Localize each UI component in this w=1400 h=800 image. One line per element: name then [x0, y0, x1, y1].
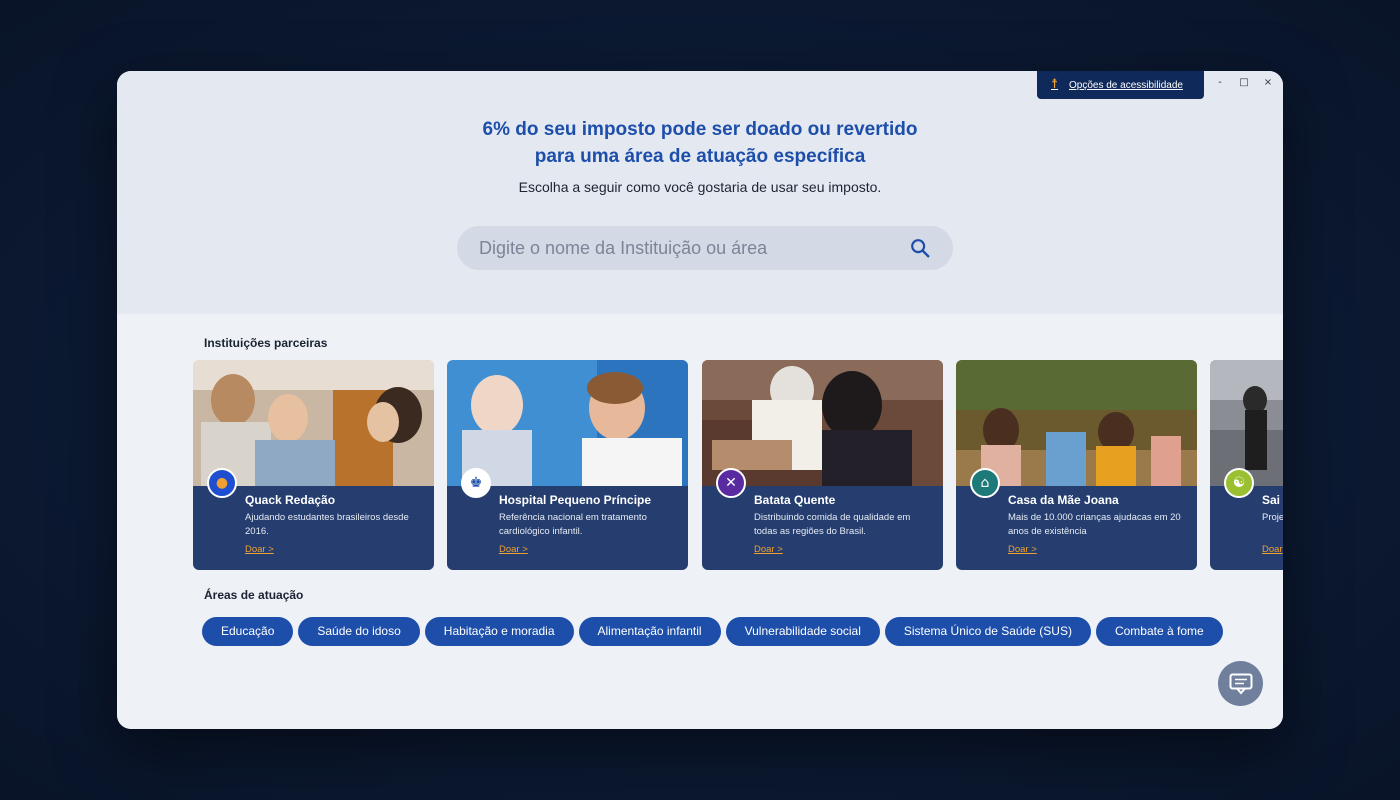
partner-card-hospital-pequeno-principe[interactable]: ♚ Hospital Pequeno Príncipe Referência n… [447, 360, 688, 570]
card-description: Mais de 10.000 crianças ajudacas em 20 a… [1008, 512, 1181, 537]
area-chips: Educação Saúde do idoso Habitação e moradi… [202, 617, 1283, 647]
card-title: Batata Quente [754, 493, 836, 507]
close-button[interactable]: × [1263, 77, 1273, 88]
card-photo [193, 360, 434, 486]
card-photo [1210, 360, 1283, 486]
donate-link[interactable]: Doar > [1008, 544, 1037, 555]
area-chip-saude-do-idoso[interactable]: Saúde do idoso [298, 617, 420, 646]
donate-link[interactable]: Doar > [754, 544, 783, 555]
card-title: Casa da Mãe Joana [1008, 493, 1119, 507]
accessibility-icon: ☨ [1051, 77, 1059, 92]
accessibility-options-button[interactable]: ☨ Opções de acessibilidade [1037, 71, 1204, 99]
search-input[interactable] [479, 237, 909, 259]
card-description: Referência nacional em tratamento cardio… [499, 512, 647, 537]
area-chip-sus[interactable]: Sistema Único de Saúde (SUS) [884, 617, 1091, 646]
chat-icon [1229, 673, 1252, 695]
duck-icon: ● [207, 468, 237, 498]
card-title: Sai [1262, 493, 1281, 507]
house-icon: ⌂ [970, 468, 1000, 498]
partners-section-title: Instituições parceiras [204, 336, 328, 350]
page-title: 6% do seu imposto pode ser doado ou reve… [117, 116, 1283, 170]
partner-card-casa-da-mae-joana[interactable]: ⌂ Casa da Mãe Joana Mais de 10.000 crian… [956, 360, 1197, 570]
card-description: Proje vulne [1262, 512, 1283, 523]
fork-knife-icon: ✕ [716, 468, 746, 498]
partner-card-batata-quente[interactable]: ✕ Batata Quente Distribuindo comida de q… [702, 360, 943, 570]
maximize-button[interactable]: □ [1239, 77, 1249, 88]
area-chip-educacao[interactable]: Educação [202, 617, 294, 646]
app-window: ☨ Opções de acessibilidade - □ × 6% do s… [117, 71, 1283, 729]
meditation-icon: ☯ [1224, 468, 1254, 498]
card-photo [956, 360, 1197, 486]
donate-link[interactable]: Doar > [245, 544, 274, 555]
partner-card-quack-redacao[interactable]: ● Quack Redação Ajudando estudantes bras… [193, 360, 434, 570]
minimize-button[interactable]: - [1215, 77, 1225, 88]
search-icon[interactable] [909, 237, 931, 259]
areas-section-title: Áreas de atuação [204, 588, 304, 602]
chat-button[interactable] [1218, 661, 1263, 706]
partner-card-sai[interactable]: ☯ Sai Proje vulne Doar [1210, 360, 1283, 570]
card-description: Distribuindo comida de qualidade em toda… [754, 512, 911, 537]
card-photo [702, 360, 943, 486]
area-chip-alimentacao-infantil[interactable]: Alimentação infantil [578, 617, 721, 646]
page-subtitle: Escolha a seguir como você gostaria de u… [518, 179, 882, 195]
card-photo [447, 360, 688, 486]
donate-link[interactable]: Doar [1262, 544, 1283, 555]
area-chip-vulnerabilidade-social[interactable]: Vulnerabilidade social [725, 617, 880, 646]
hero-section: ☨ Opções de acessibilidade - □ × 6% do s… [117, 71, 1283, 314]
card-title: Hospital Pequeno Príncipe [499, 493, 652, 507]
page-title-line-2: para uma área de atuação específica [534, 146, 866, 167]
search-bar [457, 226, 953, 270]
accessibility-options-label: Opções de acessibilidade [1069, 79, 1183, 91]
card-description: Ajudando estudantes brasileiros desde 20… [245, 512, 409, 537]
area-chip-habitacao-e-moradia[interactable]: Habitação e moradia [424, 617, 574, 646]
area-chip-combate-a-fome[interactable]: Combate à fome [1095, 617, 1223, 646]
window-controls: - □ × [1215, 77, 1273, 88]
prince-icon: ♚ [461, 468, 491, 498]
partner-cards-carousel[interactable]: ● Quack Redação Ajudando estudantes bras… [193, 360, 1283, 572]
page-title-line-1: 6% do seu imposto pode ser doado ou reve… [482, 119, 918, 140]
donate-link[interactable]: Doar > [499, 544, 528, 555]
card-title: Quack Redação [245, 493, 336, 507]
